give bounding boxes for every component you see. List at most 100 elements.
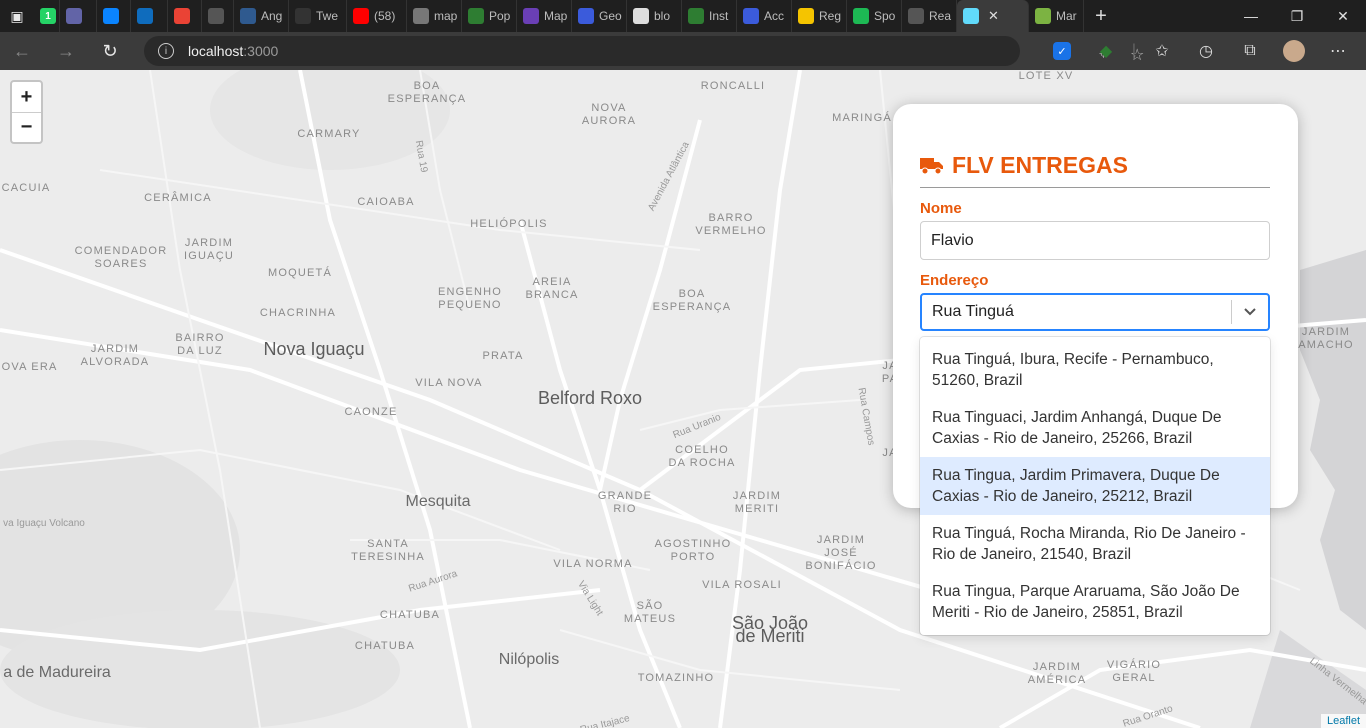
address-select[interactable]: Rua Tinguá [920,293,1270,331]
address-option[interactable]: Rua Tinguá, Rocha Miranda, Rio De Janeir… [920,515,1270,573]
map-label: va Iguaçu Volcano [3,518,85,529]
tab-label: Geo [599,9,622,23]
new-tab-button[interactable]: + [1084,0,1118,32]
github-icon [633,8,649,24]
clock-icon [798,8,814,24]
map-label: PRATA [482,350,524,362]
extension-leaf-icon[interactable]: ◆ [1084,32,1128,70]
map-label: SÃO MATEUS [623,600,677,625]
favorites-icon[interactable]: ✩ [1140,32,1184,70]
zoom-out-button[interactable]: − [12,112,41,142]
profile-avatar[interactable] [1272,32,1316,70]
tab-actions-icon[interactable]: ▣ [0,0,34,32]
tab-label: blo [654,9,671,23]
more-menu-icon[interactable]: ⋯ [1316,32,1360,70]
map-label: Mesquita [405,493,471,510]
address-option[interactable]: Rua Tingua, Parque Araruama, São João De… [920,573,1270,631]
browser-tab[interactable]: Mar [1029,0,1084,32]
tab-label: Pop [489,9,511,23]
map-attribution[interactable]: Leaflet [1320,714,1366,728]
map-label: VILA NOVA [415,377,483,389]
browser-tab[interactable]: (58) [347,0,407,32]
browser-tab[interactable]: 1 [34,0,60,32]
address-bar[interactable]: i localhost:3000 ⌖ ☆ [144,36,1144,66]
spotify-icon [853,8,869,24]
youtube-icon [353,8,369,24]
tab-label: Inst [709,9,729,23]
collections-icon[interactable]: ⧉ [1228,32,1272,70]
leaf-icon [1035,8,1051,24]
whatsapp-icon: 1 [40,8,56,24]
map-label: GRANDE RIO [597,490,653,515]
address-option[interactable]: Rua Tinguá, Ibura, Recife - Pernambuco, … [920,341,1270,399]
map-label: JARDIM JOSÉ BONIFÁCIO [805,534,877,572]
close-tab-icon[interactable]: ✕ [988,8,999,24]
browser-tab[interactable] [131,0,168,32]
browser-tab[interactable]: Acc [737,0,792,32]
tab-strip: 1 Ang Twe (58) map Pop Map Geo blo Inst Acc Reg Spo R… [34,0,1084,32]
map-label: CHATUBA [379,609,441,621]
brand-title: FLV ENTREGAS [952,152,1128,178]
browser-tab[interactable]: Map [517,0,572,32]
map-label: CHATUBA [354,640,416,652]
map-label: MOQUETÁ [267,267,333,279]
address-option[interactable]: Rua Tingua, Jardim Primavera, Duque De C… [920,457,1270,515]
a-icon [240,8,256,24]
map-label: MARINGÁ [832,112,892,124]
browser-tab[interactable] [168,0,202,32]
browser-toolbar: ← → ↻ i localhost:3000 ⌖ ☆ ✓ ◆ | ✩ ◷ ⧉ ⋯ [0,32,1366,70]
map-label: NOVA AURORA [581,102,637,127]
address-label: Endereço [920,272,989,289]
browser-tab[interactable] [202,0,234,32]
maximize-icon[interactable]: ❐ [1274,0,1320,32]
forward-icon[interactable]: → [44,32,88,70]
browser-tab[interactable]: map [407,0,462,32]
leaf-icon [468,8,484,24]
chevron-down-icon[interactable] [1232,307,1268,317]
browser-tab[interactable] [97,0,131,32]
outlook-icon [137,8,153,24]
map-label: CHACRINHA [259,307,337,319]
browser-tab[interactable]: Geo [572,0,627,32]
url-port: :3000 [243,43,279,59]
history-icon[interactable]: ◷ [1184,32,1228,70]
map-label: CAIOABA [357,196,415,208]
browser-tab[interactable]: Pop [462,0,517,32]
address-select-value[interactable]: Rua Tinguá [922,303,1231,321]
refresh-icon[interactable]: ↻ [88,32,132,70]
tab-label: Spo [874,9,896,23]
map-label: CAONZE [344,406,398,418]
name-label: Nome [920,200,962,217]
map-label: COELHO DA ROCHA [668,444,736,469]
minimize-icon[interactable]: — [1228,0,1274,32]
address-option[interactable]: Rua Tinguaci, Jardim Anhangá, Duque De C… [920,399,1270,457]
zoom-in-button[interactable]: + [12,82,41,112]
tab-label: Reg [819,9,842,23]
browser-tab[interactable]: Twe [289,0,347,32]
browser-tab[interactable] [60,0,97,32]
browser-tab[interactable]: ✕ [957,0,1029,32]
name-input[interactable]: Flavio [920,221,1270,260]
page-icon [208,8,224,24]
map-label: AGOSTINHO PORTO [654,538,732,563]
page-icon [908,8,924,24]
map-label: CARMARY [297,128,361,140]
browser-tab[interactable]: Spo [847,0,902,32]
site-info-icon[interactable]: i [158,43,174,59]
browser-tab[interactable]: Ang [234,0,289,32]
map-label: LOTE XV [1018,70,1074,82]
tab-label: map [434,9,458,23]
browser-tab[interactable]: Inst [682,0,737,32]
map-label: NOVA ERA [0,361,58,373]
browser-tab[interactable]: Reg [792,0,847,32]
map-label: JARDIM ALVORADA [80,343,150,368]
leaf-icon [688,8,704,24]
map-label: JARDIM IGUAÇU [184,237,234,262]
tab-label: Mar [1056,9,1077,23]
browser-tab[interactable]: blo [627,0,682,32]
browser-tab[interactable]: Rea [902,0,957,32]
back-icon[interactable]: ← [0,32,44,70]
map-label: JARDIM AMACHO [1298,326,1354,351]
close-window-icon[interactable]: ✕ [1320,0,1366,32]
extension-check-icon[interactable]: ✓ [1040,32,1084,70]
